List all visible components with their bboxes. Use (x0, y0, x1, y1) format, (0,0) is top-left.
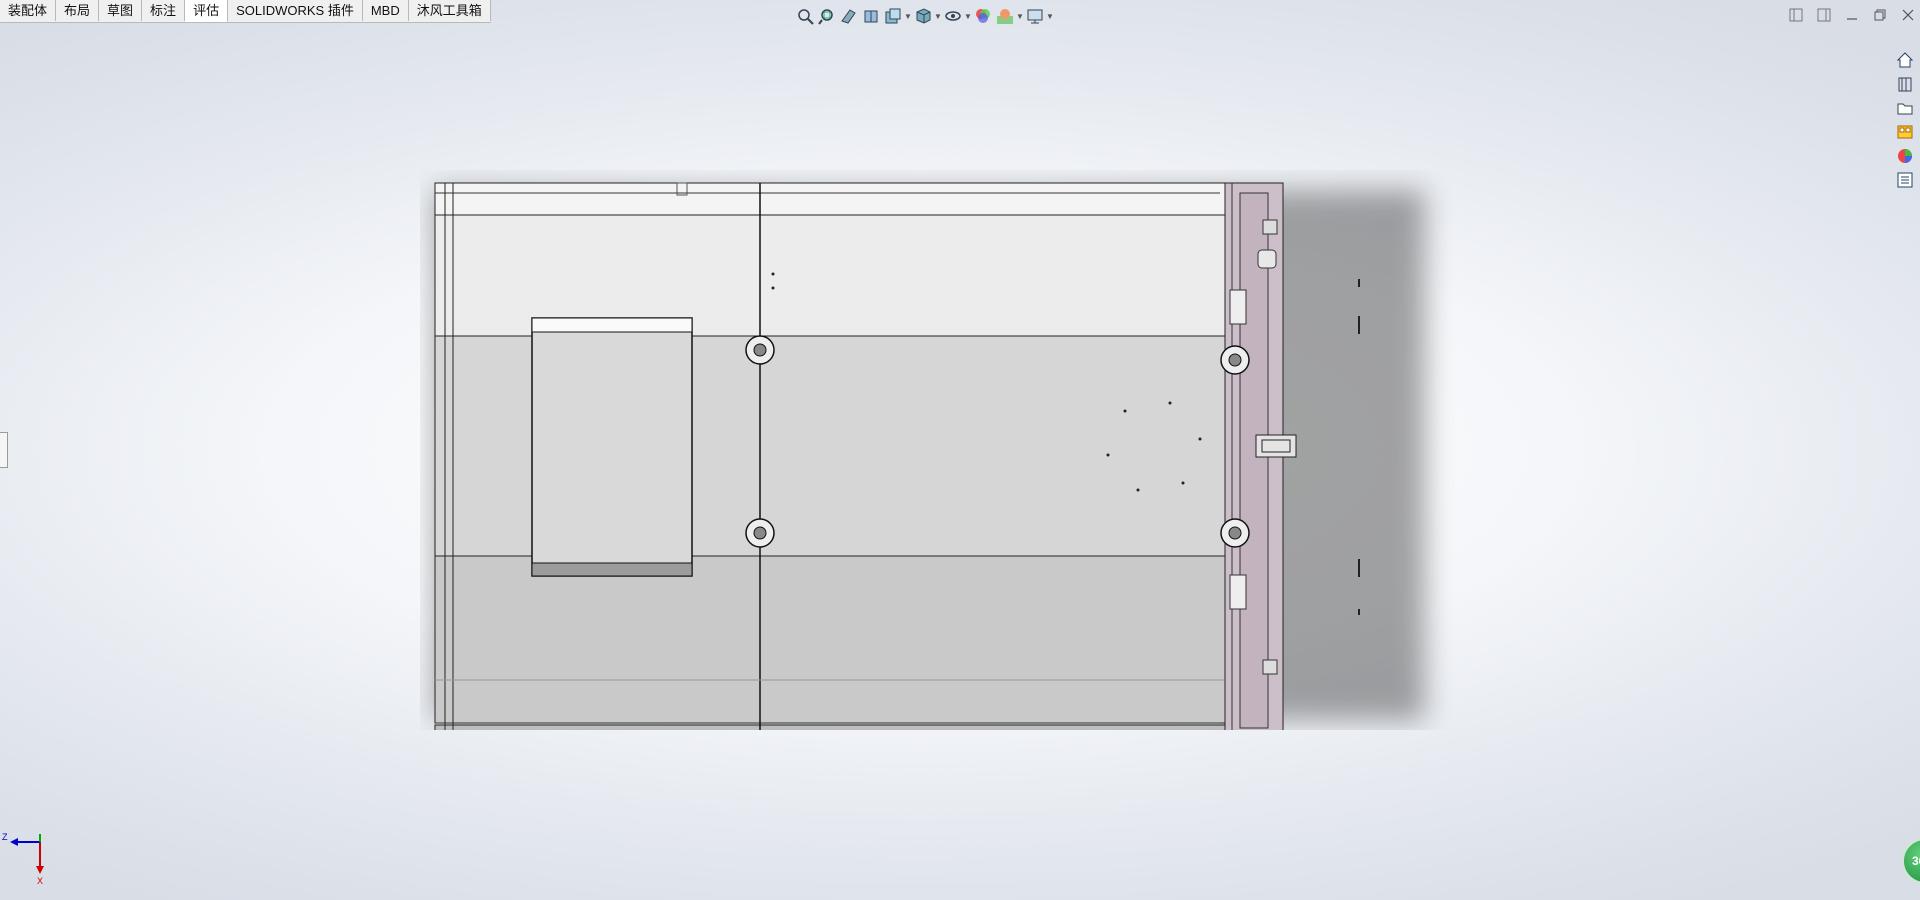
tab-sketch[interactable]: 草图 (99, 0, 143, 21)
solidworks-resources-icon[interactable] (1894, 50, 1916, 70)
notification-badge[interactable]: 36 (1902, 838, 1920, 884)
viewport-window-controls (1786, 6, 1918, 24)
custom-properties-icon[interactable] (1894, 170, 1916, 190)
restore-icon[interactable] (1870, 6, 1890, 24)
command-manager-tabs: 装配体 布局 草图 标注 评估 SOLIDWORKS 插件 MBD 沐风工具箱 (0, 0, 491, 23)
section-view-icon[interactable] (860, 5, 882, 27)
tab-markup[interactable]: 标注 (142, 0, 186, 21)
apply-scene-icon[interactable] (994, 5, 1016, 27)
previous-view-icon[interactable] (838, 5, 860, 27)
close-icon[interactable] (1898, 6, 1918, 24)
tab-layout[interactable]: 布局 (56, 0, 100, 21)
zoom-to-area-icon[interactable] (816, 5, 838, 27)
reference-triad: Z X (0, 828, 60, 888)
heads-up-view-toolbar: ▼ ▼ ▼ ▼ ▼ (794, 4, 1054, 28)
chevron-down-icon[interactable]: ▼ (1016, 12, 1024, 21)
triad-x-label: X (37, 876, 43, 886)
task-pane-tabs (1894, 50, 1920, 190)
tab-assembly[interactable]: 装配体 (0, 0, 57, 21)
feature-manager-flyout-handle[interactable] (0, 432, 8, 468)
tile-left-icon[interactable] (1786, 6, 1806, 24)
view-settings-icon[interactable] (1024, 5, 1046, 27)
zoom-to-fit-icon[interactable] (794, 5, 816, 27)
edit-appearance-icon[interactable] (972, 5, 994, 27)
display-style-icon[interactable] (942, 5, 964, 27)
view-palette-icon[interactable] (1894, 122, 1916, 142)
chevron-down-icon[interactable]: ▼ (1046, 12, 1054, 21)
model-viewport[interactable] (420, 170, 1480, 741)
chevron-down-icon[interactable]: ▼ (904, 12, 912, 21)
tab-evaluate[interactable]: 评估 (185, 0, 229, 22)
minimize-icon[interactable] (1842, 6, 1862, 24)
file-explorer-icon[interactable] (1894, 98, 1916, 118)
dynamic-annotation-icon[interactable] (882, 5, 904, 27)
tab-mbd[interactable]: MBD (363, 0, 409, 21)
panel-cutout (531, 317, 693, 577)
triad-z-label: Z (2, 832, 8, 842)
tab-mufeng-toolbox[interactable]: 沐风工具箱 (409, 0, 491, 21)
tab-solidworks-addins[interactable]: SOLIDWORKS 插件 (228, 0, 363, 21)
view-orientation-icon[interactable] (912, 5, 934, 27)
design-library-icon[interactable] (1894, 74, 1916, 94)
chevron-down-icon[interactable]: ▼ (934, 12, 942, 21)
tile-right-icon[interactable] (1814, 6, 1834, 24)
chevron-down-icon[interactable]: ▼ (964, 12, 972, 21)
appearances-icon[interactable] (1894, 146, 1916, 166)
